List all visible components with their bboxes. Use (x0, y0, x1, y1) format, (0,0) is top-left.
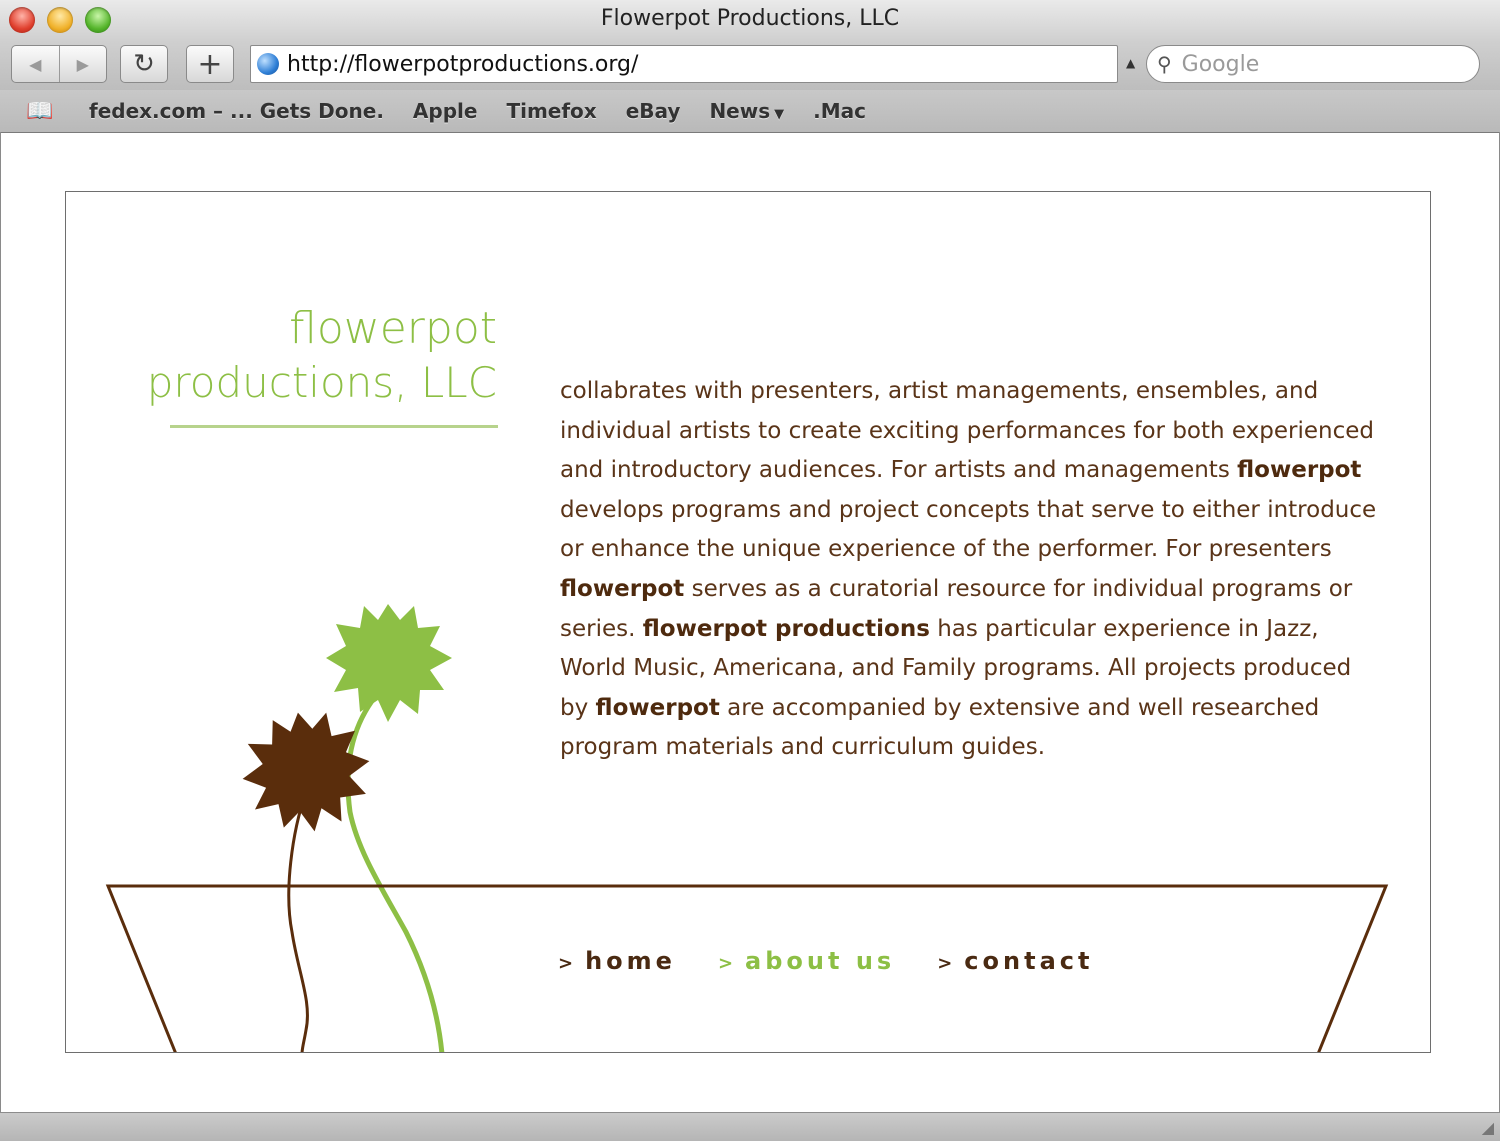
nav-home-link[interactable]: > home (558, 947, 676, 975)
plus-icon: + (197, 46, 223, 82)
bookmarks-bar: 📖 fedex.com – ... Gets Done. Apple Timef… (0, 90, 1500, 133)
magnifier-icon[interactable]: ⚲ (1157, 52, 1172, 76)
logo-line-1: flowerpot (289, 303, 497, 354)
description-text-run: develops programs and project concepts t… (560, 496, 1377, 563)
reload-button[interactable]: ↻ (120, 45, 168, 83)
window-frame-left (0, 132, 1, 1112)
nav-about-label: about us (745, 947, 896, 975)
browser-toolbar: ◀ ▶ ↻ + http://flowerpotproductions.org/… (0, 42, 1500, 90)
nav-contact-link[interactable]: > contact (937, 947, 1093, 975)
bookmark-timefox[interactable]: Timefox (506, 99, 596, 123)
book-icon[interactable]: 📖 (26, 99, 60, 124)
logo-line-2: productions, LLC (146, 358, 497, 407)
address-bar-url[interactable]: http://flowerpotproductions.org/ (287, 52, 638, 77)
description-bold-run: flowerpot (560, 575, 685, 602)
company-description: collabrates with presenters, artist mana… (560, 372, 1380, 768)
back-arrow-icon: ◀ (29, 54, 42, 74)
description-bold-run: flowerpot (1237, 457, 1362, 484)
bookmark-apple[interactable]: Apple (413, 99, 478, 123)
green-leaf-icon (326, 604, 452, 722)
forward-button[interactable]: ▶ (60, 46, 107, 82)
nav-about-link[interactable]: > about us (718, 947, 895, 975)
bookmark-ebay[interactable]: eBay (626, 99, 681, 123)
window-titlebar: Flowerpot Productions, LLC (0, 0, 1500, 42)
forward-arrow-icon: ▶ (76, 54, 89, 74)
dropdown-triangle-icon: ▼ (774, 107, 785, 122)
search-field[interactable]: ⚲ Google (1146, 45, 1480, 83)
add-bookmark-button[interactable]: + (186, 45, 234, 83)
chevron-right-icon: > (558, 953, 578, 974)
bookmark-news-label: News (709, 99, 771, 123)
site-navigation: > home > about us > contact (558, 947, 1135, 975)
description-bold-run: flowerpot productions (642, 615, 930, 642)
bookmark-mac[interactable]: .Mac (813, 99, 866, 123)
nav-contact-label: contact (964, 947, 1094, 975)
reload-icon: ↻ (133, 49, 155, 79)
bookmark-news[interactable]: News ▼ (709, 99, 784, 123)
page-content-frame: flowerpot productions, LLC collabrates w… (65, 191, 1431, 1053)
site-logo[interactable]: flowerpot productions, LLC (147, 302, 497, 410)
window-title: Flowerpot Productions, LLC (600, 6, 900, 31)
brown-stem (287, 791, 309, 1052)
address-bar[interactable]: http://flowerpotproductions.org/ (250, 45, 1118, 83)
bookmark-fedex[interactable]: fedex.com – ... Gets Done. (89, 99, 384, 123)
back-forward-group: ◀ ▶ (11, 45, 107, 83)
chevron-right-icon: > (937, 953, 957, 974)
description-bold-run: flowerpot (595, 694, 720, 721)
resize-grip-icon[interactable]: ◢ (1482, 1118, 1494, 1137)
green-stem (345, 680, 445, 1052)
logo-underline (170, 425, 498, 428)
globe-icon (257, 53, 279, 75)
search-placeholder: Google (1181, 51, 1260, 77)
url-dropdown-icon[interactable]: ▲ (1126, 56, 1135, 70)
nav-home-label: home (585, 947, 676, 975)
back-button[interactable]: ◀ (12, 46, 60, 82)
window-status-bar: ◢ (0, 1112, 1500, 1141)
chevron-right-icon: > (717, 953, 738, 974)
